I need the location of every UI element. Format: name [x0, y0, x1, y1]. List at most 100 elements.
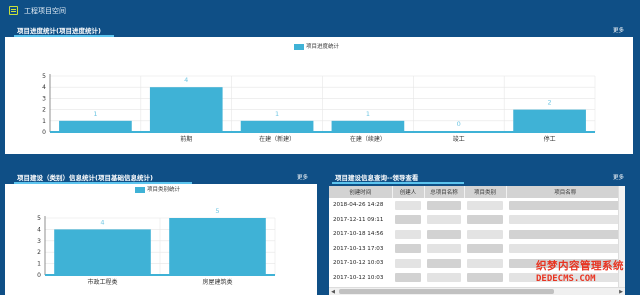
- bar-value-label: 4: [184, 76, 188, 84]
- redacted-cell: [464, 242, 506, 257]
- column-header[interactable]: 项目名称: [506, 186, 625, 198]
- more-link[interactable]: 更多: [297, 173, 308, 181]
- redacted-cell: [464, 198, 506, 213]
- y-tick-label: 1: [42, 118, 46, 125]
- y-tick-label: 4: [42, 84, 46, 91]
- table-row[interactable]: 2017-10-13 17:03: [329, 242, 625, 257]
- bar-value-label: 0: [457, 120, 461, 128]
- redacted-block: [509, 244, 622, 254]
- table-row[interactable]: 2017-12-11 09:11: [329, 213, 625, 228]
- column-header[interactable]: 创建人: [392, 186, 425, 198]
- redacted-cell: [392, 213, 424, 228]
- bar-value-label: 2: [548, 99, 552, 107]
- panel-title: 项目建设（类别）信息统计(项目基础信息统计): [17, 174, 153, 182]
- legend-label: 项目进度统计: [306, 44, 340, 50]
- y-tick-label: 2: [42, 107, 46, 114]
- chart-legend[interactable]: 项目进度统计: [294, 42, 339, 50]
- redacted-block: [509, 200, 622, 210]
- bar-value-label: 1: [366, 110, 370, 118]
- y-tick-label: 5: [37, 215, 41, 222]
- bar: [169, 218, 266, 275]
- legend-swatch: [135, 186, 145, 193]
- created-time-cell: 2017-12-11 09:11: [333, 216, 384, 223]
- redacted-cell: [506, 242, 625, 257]
- redacted-block: [467, 229, 503, 239]
- redacted-cell: [392, 198, 424, 213]
- redacted-cell: [424, 242, 464, 257]
- redacted-block: [427, 229, 461, 239]
- x-tick-label: 前期: [180, 135, 192, 143]
- bar-value-label: 5: [215, 207, 219, 215]
- panel-header: 项目建设（类别）信息统计(项目基础信息统计) 更多: [5, 168, 317, 184]
- redacted-block: [467, 215, 503, 225]
- scroll-left-icon[interactable]: ◀: [329, 288, 337, 295]
- y-tick-label: 1: [37, 261, 41, 268]
- panel-title-underline: [332, 182, 464, 184]
- redacted-cell: [424, 213, 464, 228]
- redacted-block: [395, 273, 421, 283]
- redacted-block: [427, 200, 461, 210]
- x-tick-label: 停工: [544, 135, 556, 143]
- redacted-block: [467, 244, 503, 254]
- redacted-block: [509, 215, 622, 225]
- bar: [513, 109, 586, 132]
- redacted-block: [467, 200, 503, 210]
- bar: [59, 120, 132, 132]
- created-time-cell: 2017-10-13 17:03: [333, 245, 384, 252]
- redacted-block: [395, 215, 421, 225]
- category-stats-panel: 项目建设（类别）信息统计(项目基础信息统计) 更多 项目类别统计 0 1 2 3 4 5 4…: [5, 168, 317, 295]
- redacted-block: [467, 273, 503, 283]
- y-tick-label: 2: [37, 249, 41, 256]
- y-tick-label: 0: [37, 272, 41, 279]
- redacted-cell: [464, 213, 506, 228]
- panel-title-underline: [14, 182, 192, 184]
- more-link[interactable]: 更多: [613, 26, 624, 34]
- y-tick-label: 0: [42, 129, 46, 136]
- y-tick-label: 5: [42, 73, 46, 80]
- redacted-cell: [464, 271, 506, 286]
- redacted-block: [427, 258, 461, 268]
- redacted-cell: [424, 198, 464, 213]
- table-row[interactable]: 2017-10-18 14:56: [329, 227, 625, 242]
- redacted-block: [395, 200, 421, 210]
- panel-header: 项目进度统计(项目进度统计) 更多: [5, 21, 633, 37]
- redacted-block: [427, 273, 461, 283]
- y-tick-label: 3: [42, 95, 46, 102]
- watermark-title: 织梦内容管理系统: [536, 260, 624, 272]
- redacted-cell: [464, 256, 506, 271]
- redacted-block: [395, 229, 421, 239]
- redacted-cell: [424, 271, 464, 286]
- redacted-cell: [506, 213, 625, 228]
- redacted-block: [395, 258, 421, 268]
- column-header[interactable]: 项目类别: [464, 186, 507, 198]
- panel-title: 项目进度统计(项目进度统计): [17, 27, 101, 35]
- bar-value-label: 1: [93, 110, 97, 118]
- progress-stats-panel: 项目进度统计(项目进度统计) 更多 项目进度统计 0 1 2 3 4 5 1 4 前期 1 在建（新…: [5, 21, 633, 154]
- redacted-block: [427, 215, 461, 225]
- x-tick-label: 在建（新建）: [259, 135, 295, 143]
- redacted-block: [467, 258, 503, 268]
- created-time-cell: 2017-10-12 10:03: [333, 260, 384, 267]
- y-tick-label: 4: [37, 226, 41, 233]
- table-row[interactable]: 2018-04-26 14:28: [329, 198, 625, 213]
- bar: [240, 120, 314, 132]
- legend-label: 项目类别统计: [147, 187, 181, 193]
- chart-legend[interactable]: 项目类别统计: [135, 185, 180, 193]
- redacted-cell: [392, 227, 424, 242]
- table-header-row: 创建时间 创建人 总项目名称 项目类别 项目名称: [329, 186, 625, 198]
- watermark: 织梦内容管理系统 DEDECMS.COM: [520, 256, 638, 292]
- watermark-url: DEDECMS.COM: [536, 274, 596, 284]
- x-tick-label: 市政工程类: [87, 278, 117, 286]
- progress-bar-chart: 0 1 2 3 4 5 1 4 前期 1 在建（新建） 1 在建（续建） 0 竣工 2 停工: [42, 73, 596, 143]
- bar: [331, 120, 405, 132]
- redacted-cell: [424, 227, 464, 242]
- created-time-cell: 2018-04-26 14:28: [333, 202, 384, 209]
- column-header[interactable]: 创建时间: [329, 186, 393, 198]
- y-tick-label: 3: [37, 238, 41, 245]
- more-link[interactable]: 更多: [613, 173, 624, 181]
- bar: [54, 229, 151, 275]
- redacted-cell: [424, 256, 464, 271]
- column-header[interactable]: 总项目名称: [424, 186, 465, 198]
- x-tick-label: 竣工: [453, 135, 465, 143]
- redacted-block: [395, 244, 421, 254]
